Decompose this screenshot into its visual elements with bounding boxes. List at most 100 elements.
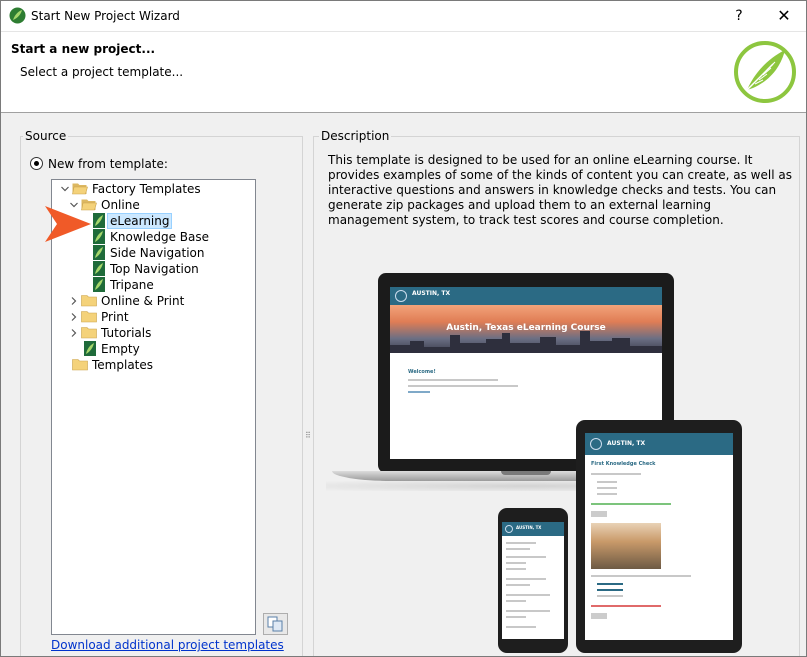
description-group-label: Description [319, 129, 392, 143]
site-name: AUSTIN, TX [412, 290, 451, 297]
site-header-bar: AUSTIN, TX [390, 287, 662, 305]
tablet-site-bar: AUSTIN, TX [585, 433, 733, 455]
folder-icon [81, 311, 97, 323]
wizard-header: Start a new project... Select a project … [1, 31, 806, 113]
wizard-window: Start New Project Wizard ? ✕ Start a new… [0, 0, 807, 657]
tree-item-factory-templates[interactable]: Factory Templates [58, 181, 248, 197]
text-line [597, 493, 617, 495]
tree-item-empty[interactable]: Empty [84, 341, 244, 357]
text-line [506, 594, 550, 596]
template-description: This template is designed to be used for… [328, 153, 792, 227]
tree-item-online-print[interactable]: Online & Print [67, 293, 247, 309]
title-bar: Start New Project Wizard ? ✕ [1, 1, 806, 31]
submit-button-thumb [591, 511, 607, 517]
text-line [597, 589, 623, 591]
template-tree[interactable]: Factory Templates Online eLearning Knowl… [51, 179, 256, 635]
text-line [506, 542, 536, 544]
text-line [597, 487, 617, 489]
tree-item-knowledge-base[interactable]: Knowledge Base [93, 229, 243, 245]
tree-item-label: eLearning [107, 213, 173, 229]
folder-icon [81, 295, 97, 307]
text-line [506, 548, 530, 550]
tree-item-tutorials[interactable]: Tutorials [67, 325, 247, 341]
laptop-notch [501, 471, 551, 475]
copy-icon [267, 616, 283, 632]
radio-label: New from template: [48, 157, 168, 171]
text-line [408, 379, 498, 381]
tree-item-label: Factory Templates [92, 182, 201, 196]
splitter-grip-icon[interactable]: ⠿ [305, 431, 311, 440]
phone-site-name: AUSTIN, TX [516, 525, 542, 530]
phone-screen: AUSTIN, TX [502, 522, 564, 639]
template-icon [93, 261, 105, 276]
text-line [506, 600, 526, 602]
tree-item-online[interactable]: Online [67, 197, 247, 213]
tablet-site-name: AUSTIN, TX [607, 440, 646, 447]
tree-item-top-navigation[interactable]: Top Navigation [93, 261, 243, 277]
tree-item-label: Online & Print [101, 294, 185, 308]
tablet-device: AUSTIN, TX First Knowledge Check [576, 420, 742, 653]
tree-item-label: Knowledge Base [110, 230, 209, 244]
template-icon [93, 277, 105, 292]
header-subtitle: Select a project template... [20, 65, 184, 79]
text-line [506, 610, 550, 612]
text-line [597, 583, 623, 585]
header-title: Start a new project... [11, 42, 156, 56]
tree-item-label: Online [101, 198, 140, 212]
template-icon [93, 213, 105, 228]
welcome-heading: Welcome! [408, 369, 436, 375]
chevron-right-icon[interactable] [70, 329, 78, 337]
folder-open-icon [72, 183, 88, 195]
tree-item-label: Tutorials [101, 326, 152, 340]
folder-icon [81, 327, 97, 339]
template-icon [93, 245, 105, 260]
text-line [591, 605, 661, 607]
flare-app-icon [9, 7, 26, 24]
text-line [506, 616, 526, 618]
template-preview-image: AUSTIN, TX Austin, Texas eLearning Cours… [326, 263, 796, 656]
text-line [597, 481, 617, 483]
text-line [506, 626, 536, 628]
tree-item-tripane[interactable]: Tripane [93, 277, 243, 293]
window-title: Start New Project Wizard [31, 9, 180, 23]
site-hero-banner: Austin, Texas eLearning Course [390, 305, 662, 353]
download-templates-link[interactable]: Download additional project templates [51, 638, 284, 652]
text-line [408, 385, 518, 387]
site-logo-icon [505, 525, 513, 533]
chevron-right-icon[interactable] [70, 313, 78, 321]
arrow-pointer-icon [45, 206, 91, 242]
site-logo-icon [395, 290, 407, 302]
help-button[interactable]: ? [716, 1, 762, 31]
text-line [591, 503, 671, 505]
text-line [506, 584, 530, 586]
folder-icon [72, 359, 88, 371]
tablet-heading: First Knowledge Check [591, 461, 656, 467]
chevron-right-icon[interactable] [70, 297, 78, 305]
text-line [597, 595, 623, 597]
tree-item-label: Top Navigation [110, 262, 199, 276]
phone-site-bar: AUSTIN, TX [502, 522, 564, 536]
city-skyline-icon [390, 331, 662, 353]
text-line [506, 562, 526, 564]
site-logo-icon [590, 438, 602, 450]
radio-selected-icon[interactable] [30, 157, 43, 170]
tree-item-print[interactable]: Print [67, 309, 247, 325]
submit-button-thumb [591, 613, 607, 619]
text-line [591, 473, 641, 475]
template-icon [93, 229, 105, 244]
tree-item-elearning[interactable]: eLearning [93, 213, 243, 229]
copy-template-button[interactable] [263, 613, 288, 635]
capitol-photo [591, 523, 661, 569]
phone-device: AUSTIN, TX [498, 508, 568, 653]
tree-item-label: Print [101, 310, 129, 324]
tree-item-templates[interactable]: Templates [58, 357, 248, 373]
text-line [506, 556, 546, 558]
template-icon [84, 341, 96, 356]
quill-logo-icon [734, 41, 796, 103]
tablet-screen: AUSTIN, TX First Knowledge Check [585, 433, 733, 640]
tree-item-side-navigation[interactable]: Side Navigation [93, 245, 243, 261]
text-line [408, 391, 430, 393]
chevron-down-icon[interactable] [61, 185, 69, 193]
close-button[interactable]: ✕ [761, 1, 806, 31]
text-line [506, 578, 546, 580]
